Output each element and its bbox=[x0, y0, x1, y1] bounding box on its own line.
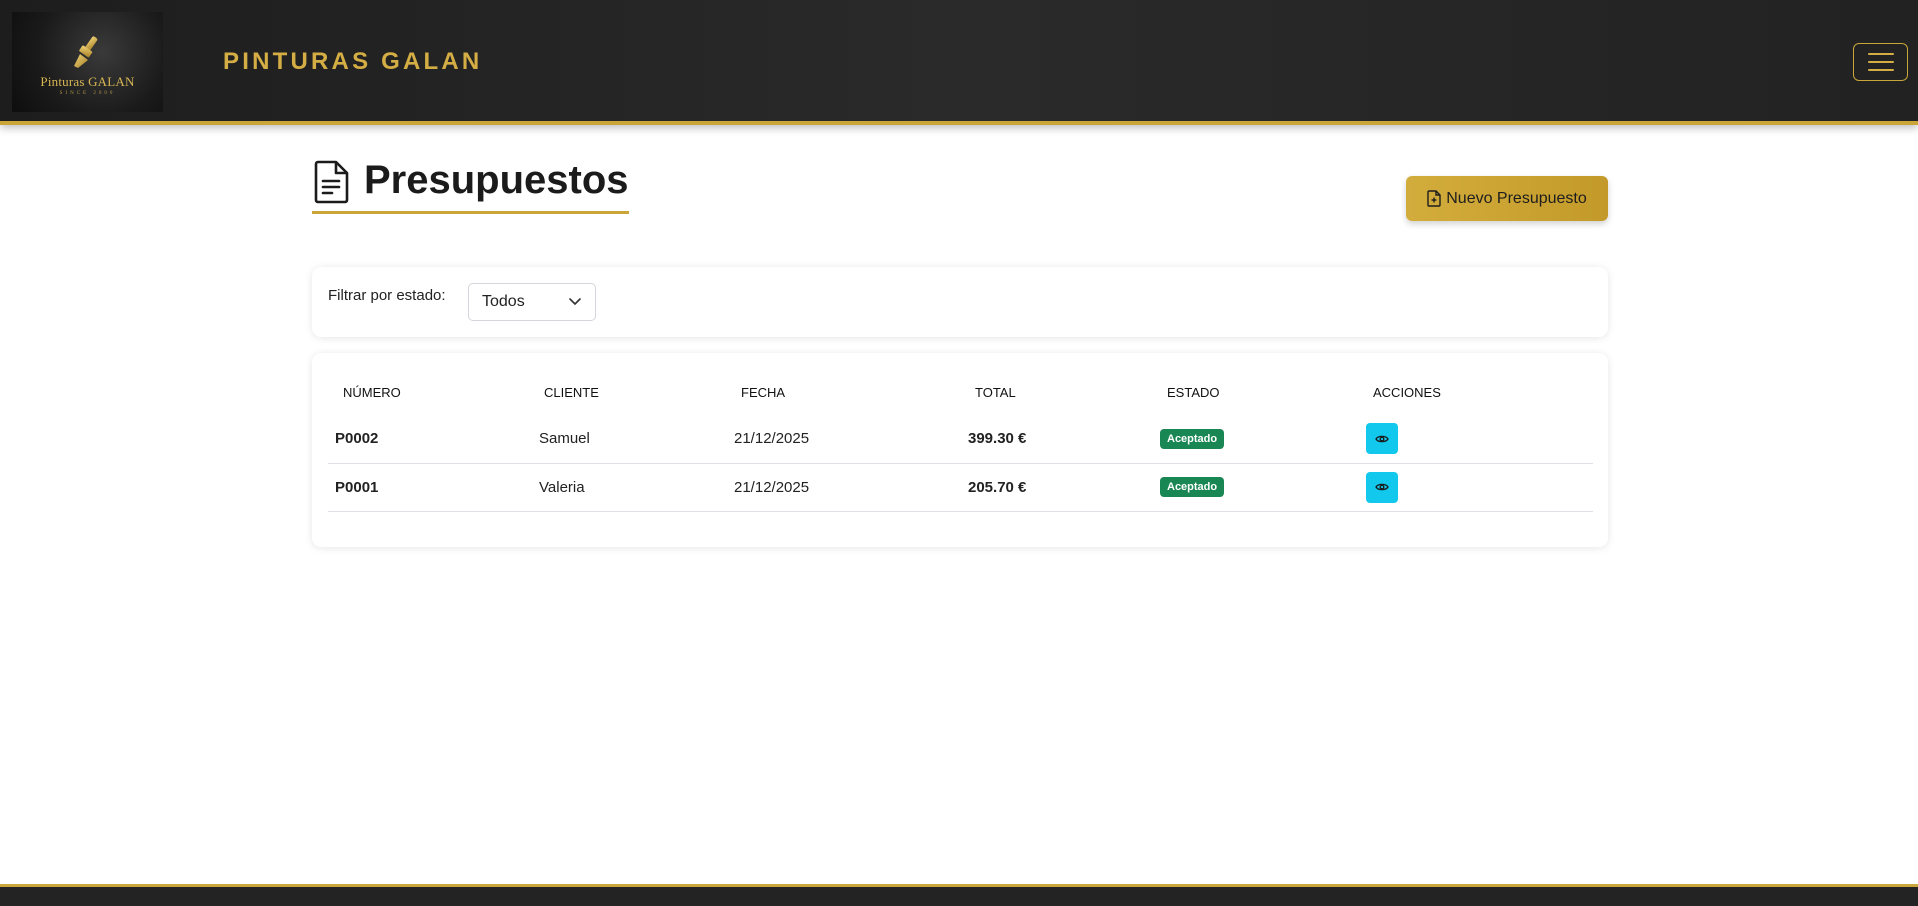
quotes-table: NÚMERO CLIENTE FECHA TOTAL ESTADO ACCION… bbox=[328, 369, 1593, 512]
new-quote-button[interactable]: Nuevo Presupuesto bbox=[1406, 176, 1608, 221]
logo-subtext: SINCE 2000 bbox=[59, 91, 116, 96]
column-header-fecha[interactable]: FECHA bbox=[734, 369, 968, 415]
eye-icon bbox=[1375, 483, 1389, 491]
column-header-numero[interactable]: NÚMERO bbox=[328, 369, 539, 415]
hamburger-menu-icon bbox=[1867, 53, 1894, 55]
table-row[interactable]: P0001 Valeria 21/12/2025 205.70 € Acepta… bbox=[328, 463, 1593, 512]
table-header-row: NÚMERO CLIENTE FECHA TOTAL ESTADO ACCION… bbox=[328, 369, 1593, 415]
column-header-acciones: ACCIONES bbox=[1373, 384, 1441, 400]
cell-cliente: Valeria bbox=[539, 463, 734, 512]
page-title-block: Presupuestos bbox=[312, 152, 629, 214]
quotes-table-card: NÚMERO CLIENTE FECHA TOTAL ESTADO ACCION… bbox=[312, 353, 1608, 547]
cell-numero: P0002 bbox=[328, 415, 539, 464]
footer bbox=[0, 884, 1918, 906]
cell-fecha: 21/12/2025 bbox=[734, 415, 968, 464]
file-plus-icon bbox=[1427, 190, 1441, 207]
status-filter-value: Todos bbox=[482, 293, 525, 310]
cell-fecha: 21/12/2025 bbox=[734, 463, 968, 512]
column-header-cliente[interactable]: CLIENTE bbox=[539, 369, 734, 415]
status-badge: Aceptado bbox=[1160, 428, 1225, 449]
page-title: Presupuestos bbox=[364, 157, 629, 202]
logo-text: Pinturas GALAN bbox=[40, 74, 135, 89]
eye-icon bbox=[1375, 435, 1389, 443]
brand-name[interactable]: PINTURAS GALAN bbox=[223, 48, 482, 76]
column-header-total[interactable]: TOTAL bbox=[968, 369, 1160, 415]
cell-total: 399.30 € bbox=[968, 415, 1160, 464]
brand-logo[interactable]: Pinturas GALAN SINCE 2000 bbox=[12, 12, 163, 112]
view-quote-button[interactable] bbox=[1366, 471, 1398, 503]
new-quote-button-label: Nuevo Presupuesto bbox=[1446, 189, 1587, 207]
hamburger-menu-button[interactable] bbox=[1853, 43, 1908, 81]
column-header-estado[interactable]: ESTADO bbox=[1160, 369, 1366, 415]
view-quote-button[interactable] bbox=[1366, 423, 1398, 455]
filter-status-label: Filtrar por estado: bbox=[328, 287, 446, 304]
document-icon bbox=[314, 160, 349, 203]
table-row[interactable]: P0002 Samuel 21/12/2025 399.30 € Aceptad… bbox=[328, 415, 1593, 464]
status-filter-select[interactable]: Todos bbox=[468, 283, 596, 321]
cell-cliente: Samuel bbox=[539, 415, 734, 464]
cell-total: 205.70 € bbox=[968, 463, 1160, 512]
chevron-down-icon bbox=[569, 298, 581, 305]
filter-card: Filtrar por estado: Todos bbox=[312, 267, 1608, 337]
status-badge: Aceptado bbox=[1160, 477, 1225, 497]
paintbrush-icon bbox=[73, 36, 97, 68]
cell-numero: P0001 bbox=[328, 463, 539, 512]
navbar: Pinturas GALAN SINCE 2000 PINTURAS GALAN bbox=[0, 0, 1918, 125]
